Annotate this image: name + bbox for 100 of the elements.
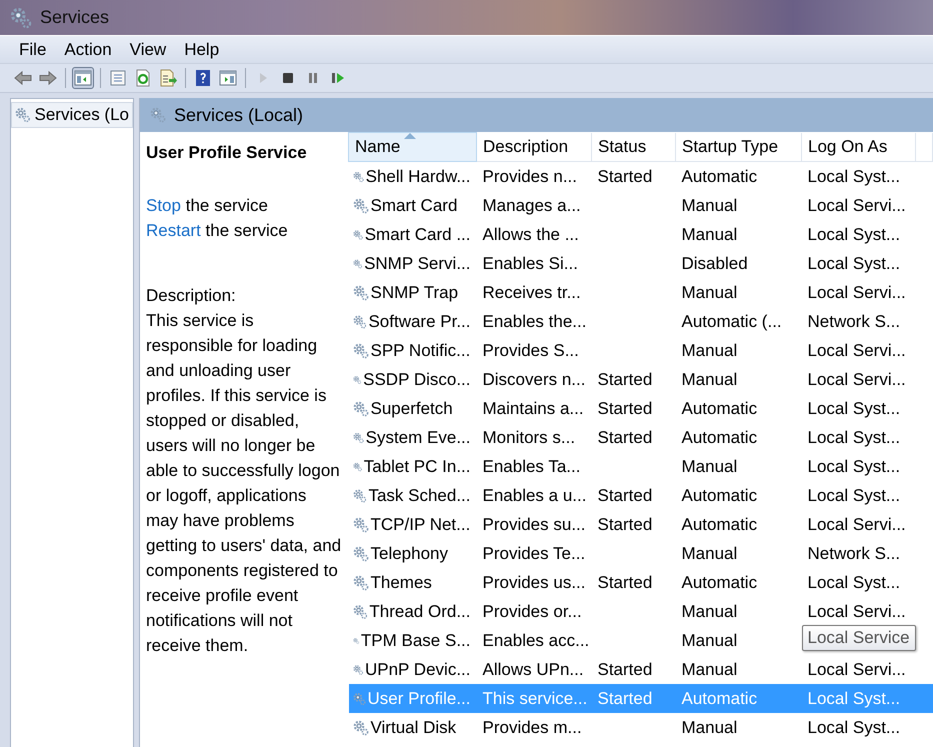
menu-item[interactable]: File <box>12 38 54 62</box>
forward-arrow-icon <box>38 68 58 88</box>
service-name: TCP/IP Net... <box>370 514 470 534</box>
table-cell-text: Automatic <box>680 398 758 420</box>
service-row[interactable]: Virtual Disk <box>348 713 476 742</box>
gear-icon <box>352 342 368 358</box>
service-row[interactable]: Superfetch <box>348 394 476 423</box>
gear-icon <box>352 690 366 706</box>
table-cell: Started <box>598 514 652 534</box>
action-sentence: Restart the service <box>146 220 289 242</box>
service-row[interactable]: Smart Card ... <box>348 220 476 249</box>
properties-icon <box>108 68 128 88</box>
column-header[interactable]: Description <box>476 132 592 162</box>
table-cell-text: Maintains a... <box>482 398 585 420</box>
service-row[interactable]: TCP/IP Net... <box>348 510 476 539</box>
table-cell-text: Disabled <box>680 252 749 274</box>
table-cell-text: Manual <box>680 630 738 652</box>
column-header[interactable]: Startup Type <box>676 132 802 162</box>
table-cell-text: Enables acc... <box>482 630 590 652</box>
service-row[interactable]: Tablet PC In... <box>348 452 476 481</box>
table-cell: Automatic <box>676 162 802 191</box>
table-cell: Local Syst... <box>808 398 900 418</box>
service-name: Themes <box>370 572 432 592</box>
gear-icon <box>352 546 368 562</box>
service-name: SPP Notific... <box>370 340 470 360</box>
service-row[interactable]: Thread Ord... <box>348 597 476 626</box>
toolbar-button[interactable] <box>72 67 94 89</box>
service-row[interactable]: SSDP Disco... <box>348 365 476 394</box>
table-cell: Local Servi... <box>808 196 906 214</box>
service-row[interactable]: SNMP Trap <box>348 278 476 307</box>
service-row[interactable]: Telephony <box>348 539 476 568</box>
window-title: Services <box>40 7 110 28</box>
service-name: Shell Hardw... <box>366 166 470 186</box>
table-cell: Local Syst... <box>808 254 900 272</box>
service-name: System Eve... <box>366 428 470 448</box>
gear-icon <box>352 604 368 620</box>
service-name: SNMP Trap <box>370 282 458 302</box>
service-row[interactable]: TPM Base S... <box>348 626 476 655</box>
table-cell-text: Automatic <box>680 514 758 536</box>
service-row[interactable]: SPP Notific... <box>348 336 476 365</box>
tree-pane-icon <box>73 68 93 88</box>
description-text: This service is responsible for loading and unloading user profiles. If this service is stopped or disabled, users will no longer be able to successfully logon or logoff, applications may have problems getting to users' data, and components registered to receive profile event notifications will not receive them. <box>146 310 342 657</box>
gear-icon <box>352 488 366 504</box>
service-row[interactable]: SNMP Servi... <box>348 249 476 278</box>
action-link[interactable]: Restart <box>146 221 201 240</box>
table-cell-text: Enables the... <box>482 310 588 332</box>
table-cell-text: Automatic <box>680 426 758 448</box>
gear-icon <box>352 314 366 330</box>
description-label: Description: <box>146 285 237 307</box>
menu-item[interactable]: Help <box>177 38 226 62</box>
table-cell: Automatic <box>676 684 802 713</box>
service-row[interactable]: Software Pr... <box>348 307 476 336</box>
menu-item[interactable]: View <box>122 38 174 62</box>
table-cell-text: Manual <box>680 600 738 622</box>
table-cell: Network S... <box>808 312 900 330</box>
table-cell: Started <box>598 660 652 678</box>
table-cell-text: Automatic (... <box>680 310 783 332</box>
service-row[interactable]: Smart Card <box>348 191 476 220</box>
table-cell-text: Receives tr... <box>482 282 582 304</box>
table-cell-text: Manual <box>680 194 738 216</box>
tree-item[interactable]: Services (Lo <box>11 102 133 128</box>
menu-item[interactable]: Action <box>57 38 119 62</box>
table-cell: Started <box>598 428 652 446</box>
table-cell: Started <box>598 572 652 592</box>
column-header[interactable]: Status <box>592 132 676 162</box>
gear-icon <box>352 400 368 416</box>
back-arrow-icon <box>13 68 33 88</box>
service-row[interactable]: Shell Hardw... <box>348 162 476 191</box>
table-cell: Manual <box>676 713 802 742</box>
gear-icon <box>352 720 368 736</box>
service-name: SNMP Servi... <box>364 254 470 274</box>
service-row[interactable]: Task Sched... <box>348 481 476 510</box>
service-row[interactable]: System Eve... <box>348 423 476 452</box>
service-row[interactable]: Themes <box>348 568 476 597</box>
table-cell: Local Servi... <box>808 660 906 678</box>
column-header[interactable]: Name <box>348 132 476 162</box>
table-cell: Local Servi... <box>808 370 906 388</box>
table-cell: Local Syst... <box>808 486 900 504</box>
gear-icon <box>352 198 368 214</box>
service-name: UPnP Devic... <box>364 660 470 680</box>
action-link[interactable]: Stop <box>146 196 181 215</box>
gear-icon <box>352 574 368 590</box>
table-cell-text: Provides S... <box>482 340 580 362</box>
service-name: Software Pr... <box>368 312 470 332</box>
table-cell-text: Manual <box>680 282 738 304</box>
table-cell: Started <box>598 688 652 708</box>
table-cell: Local Syst... <box>808 572 900 592</box>
service-title: User Profile Service <box>146 142 308 164</box>
table-cell: Manual <box>676 655 802 684</box>
service-name: User Profile... <box>368 688 470 708</box>
service-name: Tablet PC In... <box>364 456 470 476</box>
table-cell: Started <box>598 398 652 418</box>
gear-icon <box>15 107 31 123</box>
table-cell-text: Automatic <box>680 484 758 506</box>
table-cell-text: Monitors s... <box>482 426 576 448</box>
service-name: TPM Base S... <box>360 630 470 650</box>
service-name: Virtual Disk <box>370 718 456 738</box>
table-cell: This service... <box>476 684 592 713</box>
service-row[interactable]: UPnP Devic... <box>348 655 476 684</box>
column-header[interactable]: Log On As <box>802 132 916 162</box>
